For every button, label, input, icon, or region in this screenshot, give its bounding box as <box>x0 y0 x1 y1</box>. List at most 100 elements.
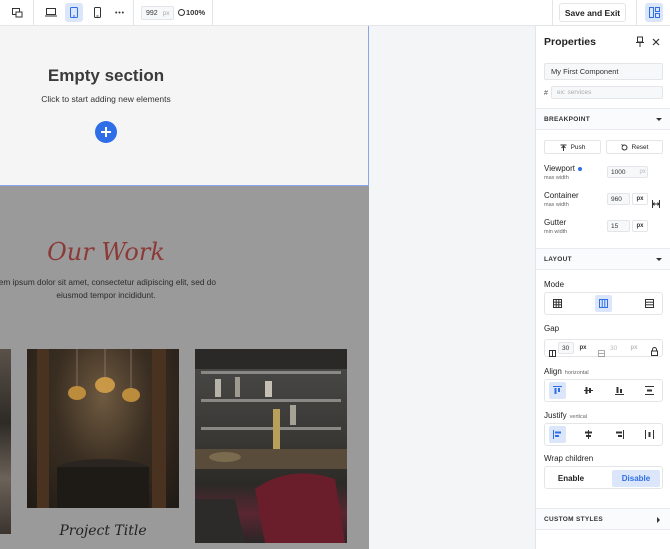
save-and-exit-button[interactable]: Save and Exit <box>559 3 626 22</box>
columns-mode-icon[interactable] <box>595 295 612 312</box>
gap-row-icon <box>598 344 605 362</box>
gutter-unit-select[interactable]: px <box>632 220 648 232</box>
push-button[interactable]: Push <box>544 140 601 154</box>
layout-section-header[interactable]: LAYOUT <box>536 248 670 270</box>
desktop-icon[interactable] <box>42 3 60 22</box>
viewport-input[interactable]: 1000 px <box>607 166 648 178</box>
section-body-text: rem ipsum dolor sit amet, consectetur ad… <box>0 277 216 300</box>
canvas-width-input[interactable]: 992 px <box>141 6 174 20</box>
section-heading: Our Work <box>47 238 165 266</box>
chevron-down-icon <box>656 118 662 121</box>
lock-icon[interactable] <box>651 343 658 361</box>
gutter-label: Gutter <box>544 218 567 227</box>
mobile-icon[interactable] <box>88 3 106 22</box>
project-image-left <box>0 349 11 534</box>
canvas-width-value: 992 <box>146 9 158 17</box>
justify-options <box>544 423 663 446</box>
align-bottom-icon[interactable] <box>611 382 628 399</box>
canvas-width-unit: px <box>162 9 170 17</box>
pin-icon[interactable] <box>635 35 645 47</box>
toolbar-divider <box>636 0 637 26</box>
chevron-down-icon <box>656 258 662 261</box>
project-image-restaurant <box>27 349 179 508</box>
expand-width-icon[interactable] <box>652 195 660 213</box>
align-stretch-icon[interactable] <box>641 382 658 399</box>
zoom-level[interactable]: 100% <box>178 8 205 17</box>
justify-end-icon[interactable] <box>611 426 628 443</box>
close-icon[interactable] <box>650 35 662 47</box>
empty-section-subtitle: Click to start adding new elements <box>41 94 171 104</box>
container-sublabel: max width <box>544 202 569 208</box>
viewport-unit: px <box>639 169 646 175</box>
chevron-right-icon <box>657 517 660 523</box>
wrap-disable-button[interactable]: Disable <box>612 470 660 487</box>
project-title: Project Title <box>59 523 147 539</box>
toolbar-divider <box>33 0 34 26</box>
plus-icon <box>101 127 111 137</box>
gap-row-input[interactable]: 30 <box>607 342 623 354</box>
zoom-value: 100% <box>186 8 206 17</box>
toolbar-divider <box>133 0 134 26</box>
panel-toggle-icon[interactable] <box>645 3 663 22</box>
justify-label-text: Justify <box>544 411 567 420</box>
align-label-text: Align <box>544 367 562 376</box>
component-id-input[interactable]: ex: services <box>551 86 663 99</box>
custom-styles-section-header[interactable]: CUSTOM STYLES <box>536 508 670 530</box>
wrap-enable-button[interactable]: Enable <box>547 470 595 487</box>
gutter-sublabel: min width <box>544 229 568 235</box>
zoom-icon <box>178 9 185 16</box>
custom-styles-label: CUSTOM STYLES <box>544 516 604 523</box>
align-center-icon[interactable] <box>580 382 597 399</box>
properties-panel: Properties My First Component # ex: serv… <box>535 26 670 549</box>
editor-canvas[interactable]: Empty section Click to start adding new … <box>0 26 369 549</box>
layers-icon[interactable] <box>8 3 26 22</box>
tablet-icon[interactable] <box>65 3 83 22</box>
viewport-indicator-dot <box>577 166 582 171</box>
reset-button[interactable]: Reset <box>606 140 663 154</box>
justify-sublabel: vertical <box>569 414 588 420</box>
grid-mode-icon[interactable] <box>549 295 566 312</box>
breakpoint-section-header[interactable]: BREAKPOINT <box>536 108 670 130</box>
mode-label: Mode <box>544 280 565 289</box>
more-options-icon[interactable] <box>110 3 128 22</box>
container-unit-select[interactable]: px <box>632 193 648 205</box>
component-name-input[interactable]: My First Component <box>544 63 663 80</box>
gutter-input[interactable]: 15 <box>607 220 630 232</box>
project-image-bar <box>195 349 347 543</box>
align-top-icon[interactable] <box>549 382 566 399</box>
container-label: Container <box>544 191 579 200</box>
push-icon <box>560 144 567 151</box>
mode-options <box>544 292 663 315</box>
id-prefix: # <box>544 90 548 97</box>
justify-center-icon[interactable] <box>580 426 597 443</box>
justify-space-between-icon[interactable] <box>641 426 658 443</box>
rows-mode-icon[interactable] <box>641 295 658 312</box>
empty-section-title: Empty section <box>47 66 165 85</box>
viewport-label: Viewport <box>544 164 582 173</box>
layout-section-label: LAYOUT <box>544 256 572 263</box>
gap-column-unit[interactable]: px <box>576 342 590 354</box>
add-element-button[interactable] <box>95 121 117 143</box>
gap-label: Gap <box>544 324 560 333</box>
align-label: Align horizontal <box>544 367 589 376</box>
gap-column-input[interactable]: 30 <box>558 342 574 354</box>
toolbar-divider <box>212 0 213 26</box>
wrap-children-options: Enable Disable <box>544 466 663 489</box>
gap-controls: 30 px 30 px <box>544 339 663 357</box>
justify-start-icon[interactable] <box>549 426 566 443</box>
empty-section[interactable]: Empty section Click to start adding new … <box>0 26 369 186</box>
push-button-label: Push <box>570 143 586 151</box>
toolbar-divider <box>552 0 553 26</box>
justify-label: Justify vertical <box>544 411 587 420</box>
align-sublabel: horizontal <box>564 370 589 376</box>
reset-button-label: Reset <box>631 143 649 151</box>
top-toolbar: 992 px 100% Save and Exit <box>0 0 670 26</box>
gap-row-unit[interactable]: px <box>627 342 641 354</box>
viewport-label-text: Viewport <box>544 164 575 173</box>
wrap-children-label: Wrap children <box>544 454 594 463</box>
container-input[interactable]: 960 <box>607 193 630 205</box>
viewport-value: 1000 <box>611 168 626 176</box>
breakpoint-section-label: BREAKPOINT <box>544 116 590 123</box>
gap-column-icon <box>549 344 556 362</box>
viewport-sublabel: max width <box>544 175 569 181</box>
